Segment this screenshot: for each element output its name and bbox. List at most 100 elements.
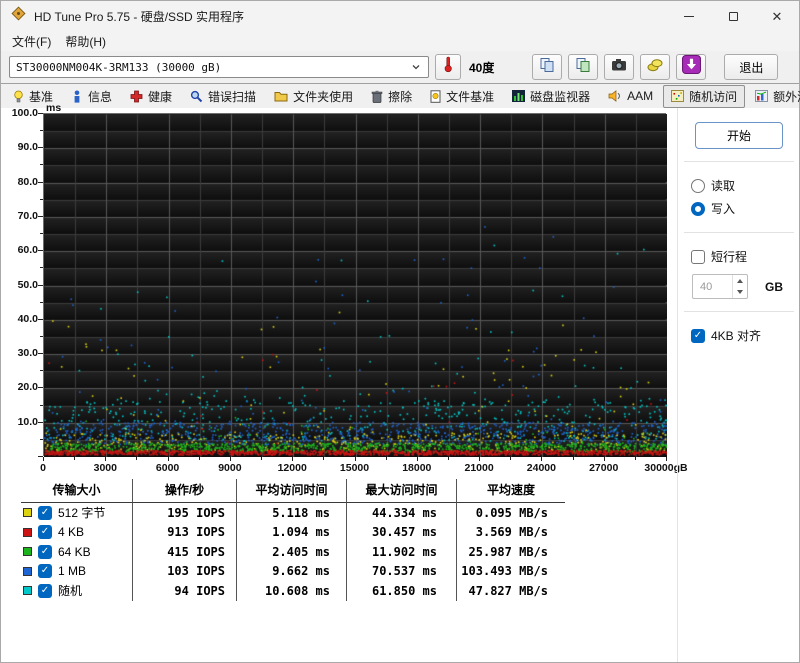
write-option[interactable]: 写入 bbox=[678, 197, 800, 220]
close-icon: ✕ bbox=[771, 8, 783, 24]
app-logo-icon bbox=[11, 6, 26, 26]
write-radio[interactable] bbox=[691, 201, 705, 216]
series-checkbox[interactable]: ✓ bbox=[38, 544, 52, 559]
cell-max: 30.457 ms bbox=[347, 522, 457, 542]
align-4kb-checkbox[interactable]: ✓ bbox=[691, 328, 705, 343]
cell-ops: 195 IOPS bbox=[133, 503, 237, 523]
aam-icon bbox=[608, 90, 622, 102]
y-axis-tick bbox=[40, 335, 43, 337]
read-option[interactable]: 读取 bbox=[678, 174, 800, 197]
close-button[interactable]: ✕ bbox=[755, 1, 799, 31]
series-checkbox[interactable]: ✓ bbox=[38, 505, 52, 520]
x-axis-tick bbox=[105, 457, 107, 461]
copy-image-button[interactable] bbox=[568, 54, 599, 80]
tab-error-scan[interactable]: 错误扫描 bbox=[182, 85, 264, 108]
cell-ops: 415 IOPS bbox=[133, 542, 237, 562]
x-axis-tick bbox=[572, 457, 574, 460]
column-header: 操作/秒 bbox=[133, 479, 237, 503]
toolbar-icon-buttons bbox=[532, 54, 707, 80]
update-icon bbox=[681, 55, 701, 79]
x-axis-tick bbox=[136, 457, 138, 460]
series-color-swatch bbox=[23, 547, 32, 557]
tab-label: 随机访问 bbox=[689, 89, 738, 104]
tab-random-access[interactable]: 随机访问 bbox=[663, 84, 746, 108]
results-table: 传输大小 操作/秒 平均访问时间 最大访问时间 平均速度 ✓ 512 字节 195 IOPS 5… bbox=[21, 479, 565, 601]
column-header: 传输大小 bbox=[21, 479, 133, 503]
series-label: 随机 bbox=[58, 584, 83, 599]
stepper-down-button[interactable] bbox=[733, 287, 747, 299]
y-axis-tick-label: 50.0 bbox=[17, 278, 38, 291]
x-axis-tick-label: 9000 bbox=[218, 462, 242, 474]
y-axis-tick bbox=[38, 284, 43, 286]
y-axis-tick bbox=[40, 198, 43, 200]
cell-ops: 103 IOPS bbox=[133, 561, 237, 581]
x-axis-tick bbox=[198, 457, 200, 460]
x-axis-tick-label: 15000 bbox=[339, 462, 370, 474]
menu-help[interactable]: 帮助(H) bbox=[58, 32, 113, 51]
short-stroke-checkbox[interactable] bbox=[691, 249, 705, 264]
read-radio[interactable] bbox=[691, 178, 705, 193]
x-axis-tick bbox=[479, 457, 481, 461]
update-button[interactable] bbox=[676, 54, 707, 80]
temperature-value: 40度 bbox=[469, 60, 495, 75]
disk-monitor-icon bbox=[512, 90, 526, 102]
menu-file[interactable]: 文件(F) bbox=[5, 32, 58, 51]
y-axis-tick bbox=[40, 130, 43, 132]
purchase-icon bbox=[647, 58, 663, 77]
cell-speed: 47.827 MB/s bbox=[468, 583, 548, 598]
tab-aam[interactable]: AAM bbox=[600, 86, 661, 106]
tab-erase[interactable]: 擦除 bbox=[363, 85, 420, 108]
minimize-button[interactable] bbox=[667, 1, 711, 31]
y-axis-tick-label: 60.0 bbox=[17, 244, 38, 257]
stepper-up-button[interactable] bbox=[733, 275, 747, 287]
column-header: 平均访问时间 bbox=[237, 479, 347, 503]
tab-info[interactable]: 信息 bbox=[63, 85, 120, 108]
purchase-button[interactable] bbox=[640, 54, 671, 80]
tab-label: 错误扫描 bbox=[208, 89, 257, 104]
short-stroke-option[interactable]: 短行程 bbox=[678, 245, 800, 268]
y-axis-tick-label: 30.0 bbox=[17, 347, 38, 360]
exit-button[interactable]: 退出 bbox=[724, 54, 779, 80]
arrow-up-icon bbox=[737, 278, 743, 283]
x-axis-tick bbox=[354, 457, 356, 461]
table-row-label: ✓ 4 KB bbox=[21, 522, 133, 542]
short-stroke-label: 短行程 bbox=[711, 250, 748, 264]
copy-text-button[interactable] bbox=[532, 54, 563, 80]
cell-avg: 9.662 ms bbox=[237, 561, 347, 581]
y-axis-tick-label: 100.0 bbox=[11, 107, 38, 119]
tab-label: AAM bbox=[627, 89, 654, 103]
maximize-icon bbox=[728, 11, 738, 21]
y-axis-tick bbox=[38, 215, 43, 217]
y-axis-tick bbox=[40, 301, 43, 303]
tab-disk-monitor[interactable]: 磁盘监视器 bbox=[504, 85, 598, 108]
x-axis-tick-label: 21000 bbox=[464, 462, 494, 474]
x-axis-tick-label: 12000 bbox=[277, 462, 307, 474]
drive-selector[interactable]: ST30000NM004K-3RM133 (30000 gB) bbox=[9, 56, 429, 78]
tab-health[interactable]: 健康 bbox=[122, 85, 180, 108]
maximize-button[interactable] bbox=[711, 1, 755, 31]
x-axis-tick bbox=[541, 457, 543, 461]
align-option[interactable]: ✓ 4KB 对齐 bbox=[678, 324, 800, 347]
camera-button[interactable] bbox=[604, 54, 635, 80]
series-color-swatch bbox=[23, 566, 32, 576]
tab-label: 磁盘监视器 bbox=[530, 89, 591, 104]
x-axis-tick bbox=[292, 457, 294, 461]
series-checkbox[interactable]: ✓ bbox=[38, 583, 52, 598]
health-icon bbox=[130, 90, 143, 103]
series-checkbox[interactable]: ✓ bbox=[38, 564, 52, 579]
start-button[interactable]: 开始 bbox=[695, 122, 783, 149]
tab-extra-tests[interactable]: 额外测试 bbox=[747, 85, 800, 108]
thermometer-icon bbox=[443, 56, 453, 78]
tab-file-benchmark[interactable]: 文件基准 bbox=[422, 85, 502, 108]
temperature-button[interactable] bbox=[435, 54, 461, 80]
x-axis-tick bbox=[323, 457, 325, 460]
chart-area: ms 100.0 90.0 80.0 70.0 60.0 50.0 40.0 30.0 20.0… bbox=[1, 102, 688, 480]
cell-speed: 103.493 MB/s bbox=[461, 564, 548, 579]
column-header: 最大访问时间 bbox=[347, 479, 457, 503]
erase-icon bbox=[371, 90, 383, 103]
series-checkbox[interactable]: ✓ bbox=[38, 525, 52, 540]
y-axis-tick bbox=[38, 250, 43, 252]
capacity-stepper[interactable]: 40 bbox=[692, 274, 748, 299]
tab-folder-usage[interactable]: 文件夹使用 bbox=[266, 85, 361, 108]
tab-label: 擦除 bbox=[388, 89, 413, 104]
